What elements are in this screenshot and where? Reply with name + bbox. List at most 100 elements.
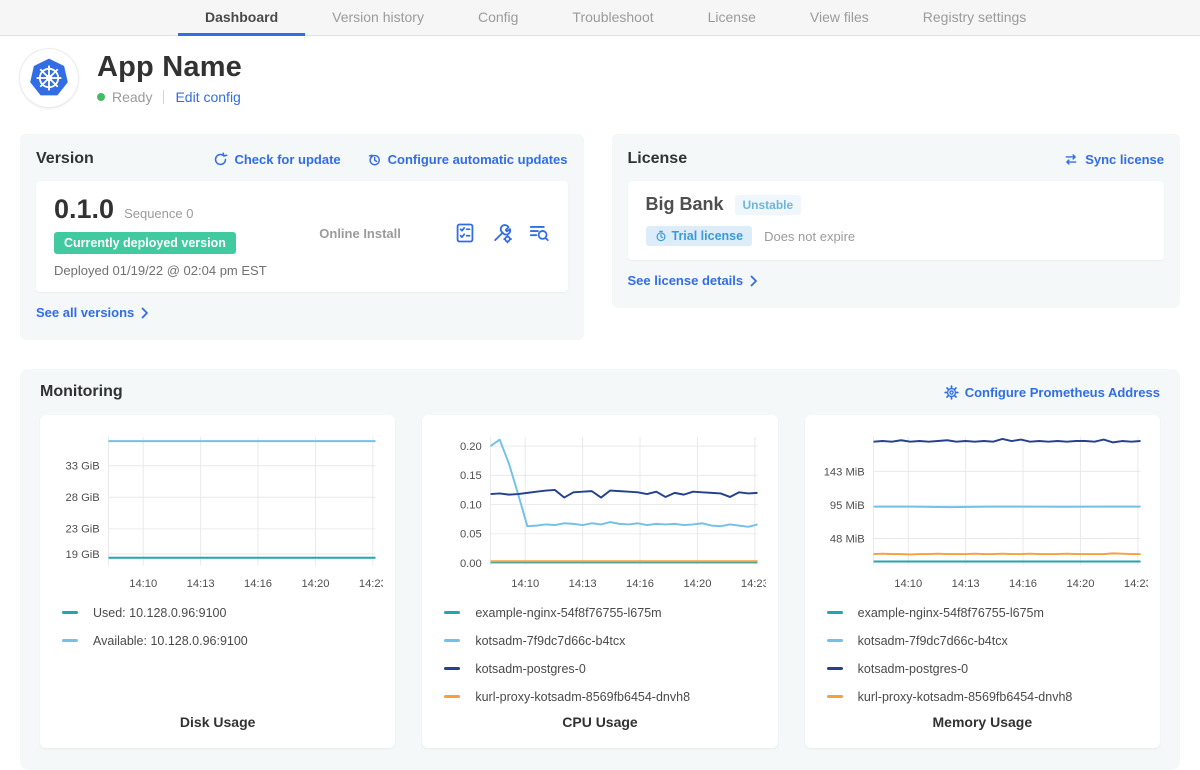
svg-text:48 MiB: 48 MiB — [830, 533, 865, 545]
license-card: License Sync license Big Bank Unstable — [612, 134, 1181, 308]
see-license-details-label: See license details — [628, 273, 744, 288]
license-expiry: Does not expire — [764, 229, 855, 244]
legend-label: kotsadm-7f9dc7d66c-b4tcx — [475, 634, 625, 648]
svg-text:14:10: 14:10 — [512, 578, 540, 590]
stopwatch-icon — [655, 230, 667, 242]
sync-license-link[interactable]: Sync license — [1063, 152, 1164, 167]
disk-usage-chart-card: 19 GiB23 GiB28 GiB33 GiB14:1014:1314:161… — [40, 415, 395, 748]
svg-text:0.05: 0.05 — [460, 529, 482, 541]
legend-label: kurl-proxy-kotsadm-8569fb6454-dnvh8 — [858, 690, 1073, 704]
tab-view-files[interactable]: View files — [783, 0, 896, 36]
tab-registry-settings[interactable]: Registry settings — [896, 0, 1053, 36]
app-logo — [20, 49, 78, 107]
legend-swatch — [827, 695, 843, 698]
svg-text:14:10: 14:10 — [129, 578, 157, 590]
svg-text:23 GiB: 23 GiB — [66, 524, 100, 536]
chart-legend: example-nginx-54f8f76755-l675m kotsadm-7f… — [817, 599, 1148, 711]
chart-title: CPU Usage — [434, 714, 765, 734]
edit-config-gear-icon[interactable] — [491, 222, 513, 244]
svg-text:14:13: 14:13 — [951, 578, 979, 590]
tab-license[interactable]: License — [681, 0, 783, 36]
tab-config[interactable]: Config — [451, 0, 545, 36]
status-dot — [97, 93, 105, 101]
chart-plot: 19 GiB23 GiB28 GiB33 GiB14:1014:1314:161… — [52, 427, 383, 595]
version-heading: Version — [36, 150, 94, 168]
see-all-versions-link[interactable]: See all versions — [36, 305, 149, 320]
chart-legend: Used: 10.128.0.96:9100 Available: 10.128.… — [52, 599, 383, 655]
legend-swatch — [444, 695, 460, 698]
legend-swatch — [444, 639, 460, 642]
configure-prometheus-label: Configure Prometheus Address — [965, 385, 1160, 400]
legend-swatch — [827, 667, 843, 670]
legend-label: Used: 10.128.0.96:9100 — [93, 606, 226, 620]
check-for-update-label: Check for update — [234, 152, 340, 167]
channel-badge: Unstable — [735, 195, 802, 215]
preflight-checks-icon[interactable] — [454, 222, 476, 244]
legend-item: kurl-proxy-kotsadm-8569fb6454-dnvh8 — [827, 683, 1138, 711]
svg-text:0.10: 0.10 — [460, 499, 482, 511]
app-header: App Name Ready Edit config — [20, 49, 1180, 107]
refresh-icon — [213, 152, 228, 167]
app-name: App Name — [97, 51, 242, 83]
legend-item: Used: 10.128.0.96:9100 — [62, 599, 373, 627]
legend-item: kotsadm-postgres-0 — [444, 655, 755, 683]
monitoring-section: Monitoring Configure Prometheus Address — [20, 369, 1180, 770]
check-for-update-link[interactable]: Check for update — [213, 152, 340, 167]
legend-item: Available: 10.128.0.96:9100 — [62, 627, 373, 655]
sync-license-label: Sync license — [1085, 152, 1164, 167]
status-text: Ready — [112, 89, 152, 105]
legend-swatch — [444, 611, 460, 614]
svg-text:14:16: 14:16 — [626, 578, 654, 590]
legend-item: kotsadm-postgres-0 — [827, 655, 1138, 683]
top-nav: Dashboard Version history Config Trouble… — [0, 0, 1200, 36]
version-sequence: Sequence 0 — [124, 206, 193, 221]
version-number: 0.1.0 — [54, 194, 114, 225]
configure-automatic-updates-link[interactable]: Configure automatic updates — [367, 152, 568, 167]
legend-swatch — [827, 639, 843, 642]
configure-prometheus-link[interactable]: Configure Prometheus Address — [944, 385, 1160, 400]
view-diff-icon[interactable] — [528, 222, 550, 244]
svg-text:14:16: 14:16 — [1009, 578, 1037, 590]
legend-label: kurl-proxy-kotsadm-8569fb6454-dnvh8 — [475, 690, 690, 704]
svg-text:14:23: 14:23 — [741, 578, 765, 590]
svg-text:14:13: 14:13 — [569, 578, 597, 590]
svg-text:14:23: 14:23 — [359, 578, 383, 590]
trial-license-label: Trial license — [672, 229, 744, 243]
legend-swatch — [62, 639, 78, 642]
edit-config-link[interactable]: Edit config — [175, 89, 240, 105]
chart-title: Memory Usage — [817, 714, 1148, 734]
memory-usage-chart-card: 48 MiB95 MiB143 MiB14:1014:1314:1614:201… — [805, 415, 1160, 748]
legend-label: example-nginx-54f8f76755-l675m — [858, 606, 1044, 620]
monitoring-heading: Monitoring — [40, 383, 123, 401]
legend-item: kotsadm-7f9dc7d66c-b4tcx — [827, 627, 1138, 655]
see-all-versions-label: See all versions — [36, 305, 134, 320]
svg-text:19 GiB: 19 GiB — [66, 549, 100, 561]
chevron-right-icon — [750, 275, 758, 287]
svg-text:14:23: 14:23 — [1124, 578, 1148, 590]
gear-icon — [944, 385, 959, 400]
legend-swatch — [62, 611, 78, 614]
svg-text:14:20: 14:20 — [1066, 578, 1094, 590]
svg-text:95 MiB: 95 MiB — [830, 500, 865, 512]
license-box: Big Bank Unstable Trial license Does not… — [628, 181, 1165, 260]
chevron-right-icon — [141, 307, 149, 319]
svg-text:28 GiB: 28 GiB — [66, 492, 100, 504]
see-license-details-link[interactable]: See license details — [628, 273, 759, 288]
svg-text:14:10: 14:10 — [894, 578, 922, 590]
sync-icon — [1063, 152, 1079, 167]
legend-item: example-nginx-54f8f76755-l675m — [827, 599, 1138, 627]
kubernetes-icon — [26, 55, 72, 101]
legend-item: kurl-proxy-kotsadm-8569fb6454-dnvh8 — [444, 683, 755, 711]
tab-dashboard[interactable]: Dashboard — [178, 0, 305, 36]
divider — [163, 90, 164, 104]
legend-label: kotsadm-postgres-0 — [858, 662, 968, 676]
chart-plot: 48 MiB95 MiB143 MiB14:1014:1314:1614:201… — [817, 427, 1148, 595]
tab-troubleshoot[interactable]: Troubleshoot — [545, 0, 680, 36]
legend-item: example-nginx-54f8f76755-l675m — [444, 599, 755, 627]
svg-text:33 GiB: 33 GiB — [66, 461, 100, 473]
chart-legend: example-nginx-54f8f76755-l675m kotsadm-7f… — [434, 599, 765, 711]
svg-text:14:16: 14:16 — [244, 578, 272, 590]
deployed-timestamp: Deployed 01/19/22 @ 02:04 pm EST — [54, 263, 267, 278]
tab-version-history[interactable]: Version history — [305, 0, 451, 36]
clock-refresh-icon — [367, 152, 382, 167]
